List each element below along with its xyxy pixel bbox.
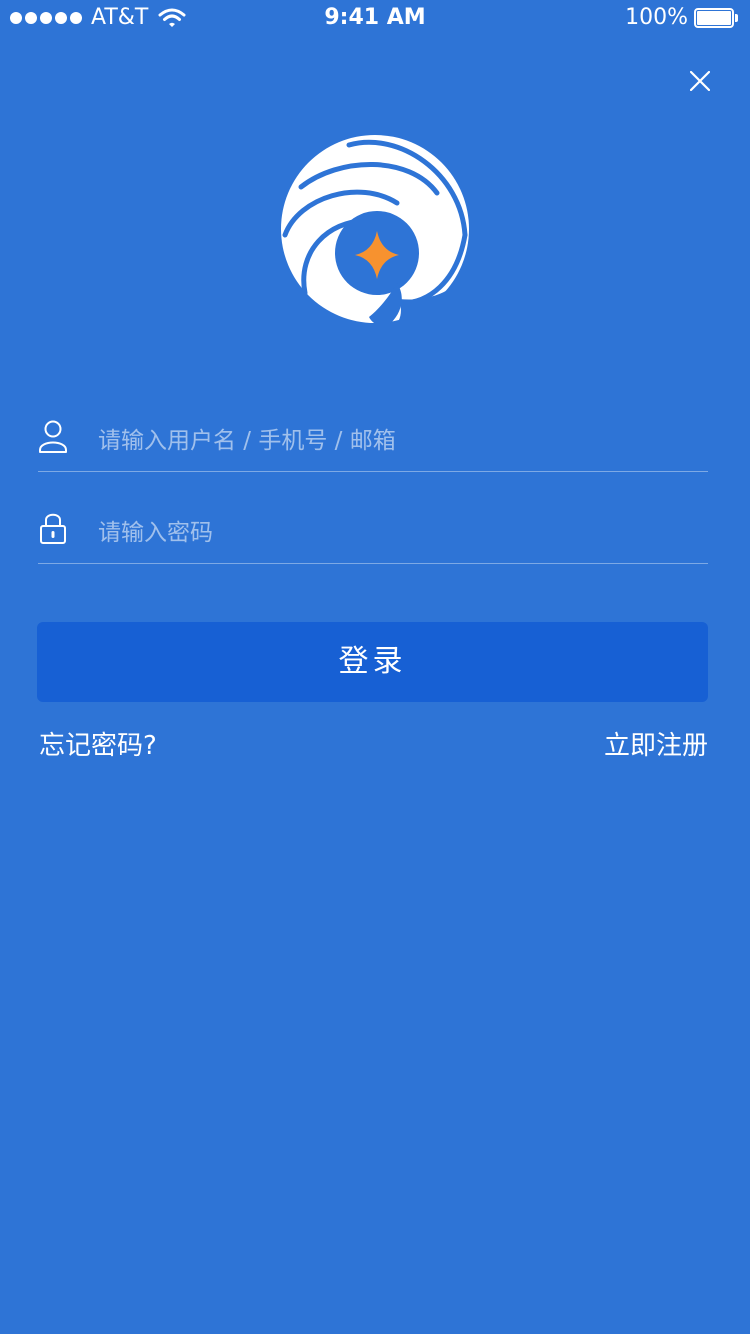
battery-icon: [694, 8, 738, 28]
forgot-password-link[interactable]: 忘记密码?: [39, 728, 157, 764]
register-link[interactable]: 立即注册: [604, 728, 708, 764]
password-field: [38, 483, 708, 573]
close-button[interactable]: [680, 61, 720, 101]
password-input[interactable]: [98, 493, 698, 573]
username-input[interactable]: [98, 401, 698, 481]
login-button[interactable]: 登录: [37, 622, 708, 702]
status-bar: AT&T 9:41 AM 100%: [0, 0, 750, 36]
battery-level: [697, 11, 731, 25]
app-logo-icon: [281, 135, 475, 329]
battery-percentage: 100%: [625, 5, 688, 30]
battery-group: 100%: [625, 6, 738, 30]
username-field: [38, 391, 708, 481]
battery-nub: [735, 14, 738, 22]
close-icon: [690, 71, 710, 91]
lock-icon: [40, 513, 66, 544]
user-icon: [39, 420, 67, 453]
